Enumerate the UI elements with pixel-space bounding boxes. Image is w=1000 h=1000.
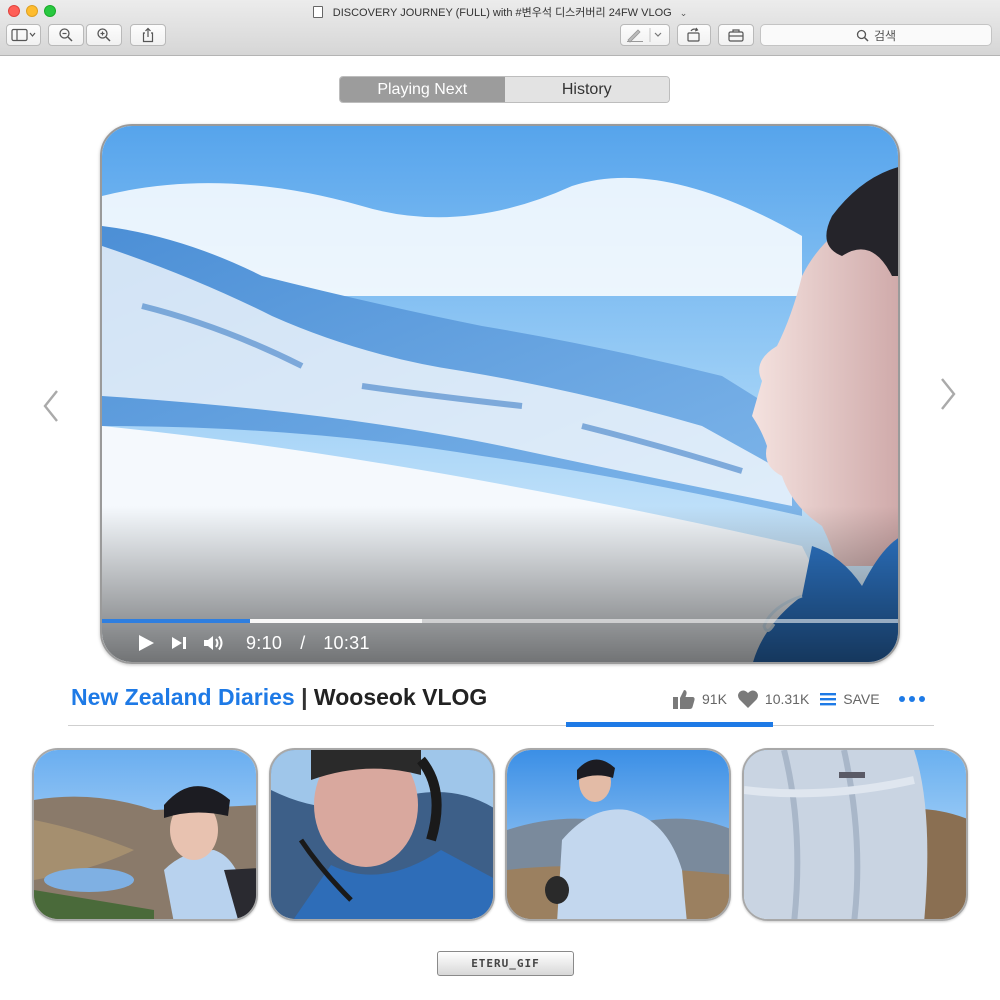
zoom-out-icon [59,28,73,42]
video-frame [102,126,898,662]
thumbnail-4[interactable] [742,748,968,921]
toolbox-icon [728,29,744,42]
list-icon[interactable] [819,691,837,707]
next-arrow-icon[interactable] [937,376,959,412]
divider-accent [566,722,773,727]
volume-button[interactable] [202,633,226,653]
share-button[interactable] [130,24,166,46]
pen-icon [627,28,662,43]
document-icon [312,6,323,18]
zoom-in-button[interactable] [86,24,122,46]
thumbnail-2-image [271,750,493,919]
zoom-out-button[interactable] [48,24,84,46]
skip-next-button[interactable] [170,634,188,652]
play-icon [139,635,154,651]
video-player[interactable]: 9:10 / 10:31 [100,124,900,664]
chevron-down-icon[interactable]: ⌄ [680,8,688,19]
window-titlebar: DISCOVERY JOURNEY (FULL) with #변우석 디스커버리… [0,0,1000,56]
thumbs-up-icon[interactable] [672,688,696,710]
volume-icon [204,635,223,651]
previous-arrow-icon[interactable] [40,388,62,424]
current-time: 9:10 [246,632,283,653]
more-options-icon[interactable] [898,694,926,704]
share-icon [142,27,154,43]
tab-playing-next[interactable]: Playing Next [340,77,505,102]
video-title: New Zealand Diaries | Wooseok VLOG [71,684,487,711]
video-title-secondary: Wooseok VLOG [313,684,488,710]
search-placeholder: 검색 [873,28,897,43]
video-title-primary[interactable]: New Zealand Diaries [71,684,295,710]
tab-bar: Playing Next History [339,76,670,103]
rotate-icon [687,27,700,42]
thumbnail-1-image [34,750,256,919]
thumbnail-1[interactable] [32,748,258,921]
save-button[interactable]: SAVE [843,691,879,707]
search-input[interactable]: 검색 [760,24,992,46]
section-divider [68,725,934,726]
video-title-separator: | [301,684,308,710]
rotate-button[interactable] [677,24,711,46]
play-button[interactable] [136,633,156,653]
tab-history[interactable]: History [504,77,669,102]
progress-track[interactable] [102,619,898,623]
sidebar-icon [10,28,35,42]
window-title-bar: DISCOVERY JOURNEY (FULL) with #변우석 디스커버리… [0,4,1000,20]
time-separator: / [300,632,306,653]
search-icon [856,29,869,42]
progress-fill [102,619,250,623]
sidebar-toggle-button[interactable] [6,24,41,46]
duration: 10:31 [323,632,370,653]
thumbnail-4-image [744,750,966,919]
thumbnail-3[interactable] [505,748,731,921]
skip-next-icon [172,637,186,649]
video-actions: 91K 10.31K SAVE [672,688,926,710]
credit-tag: ETERU_GIF [437,951,574,976]
thumbnail-2[interactable] [269,748,495,921]
window-title: DISCOVERY JOURNEY (FULL) with #변우석 디스커버리… [332,7,672,19]
toolbox-button[interactable] [718,24,754,46]
player-controls: 9:10 / 10:31 [136,628,370,658]
markup-button[interactable] [620,24,670,46]
zoom-in-icon [97,28,111,42]
heart-count: 10.31K [764,691,810,707]
thumbnail-3-image [507,750,729,919]
heart-icon[interactable] [737,689,759,709]
like-count: 91K [702,691,727,707]
